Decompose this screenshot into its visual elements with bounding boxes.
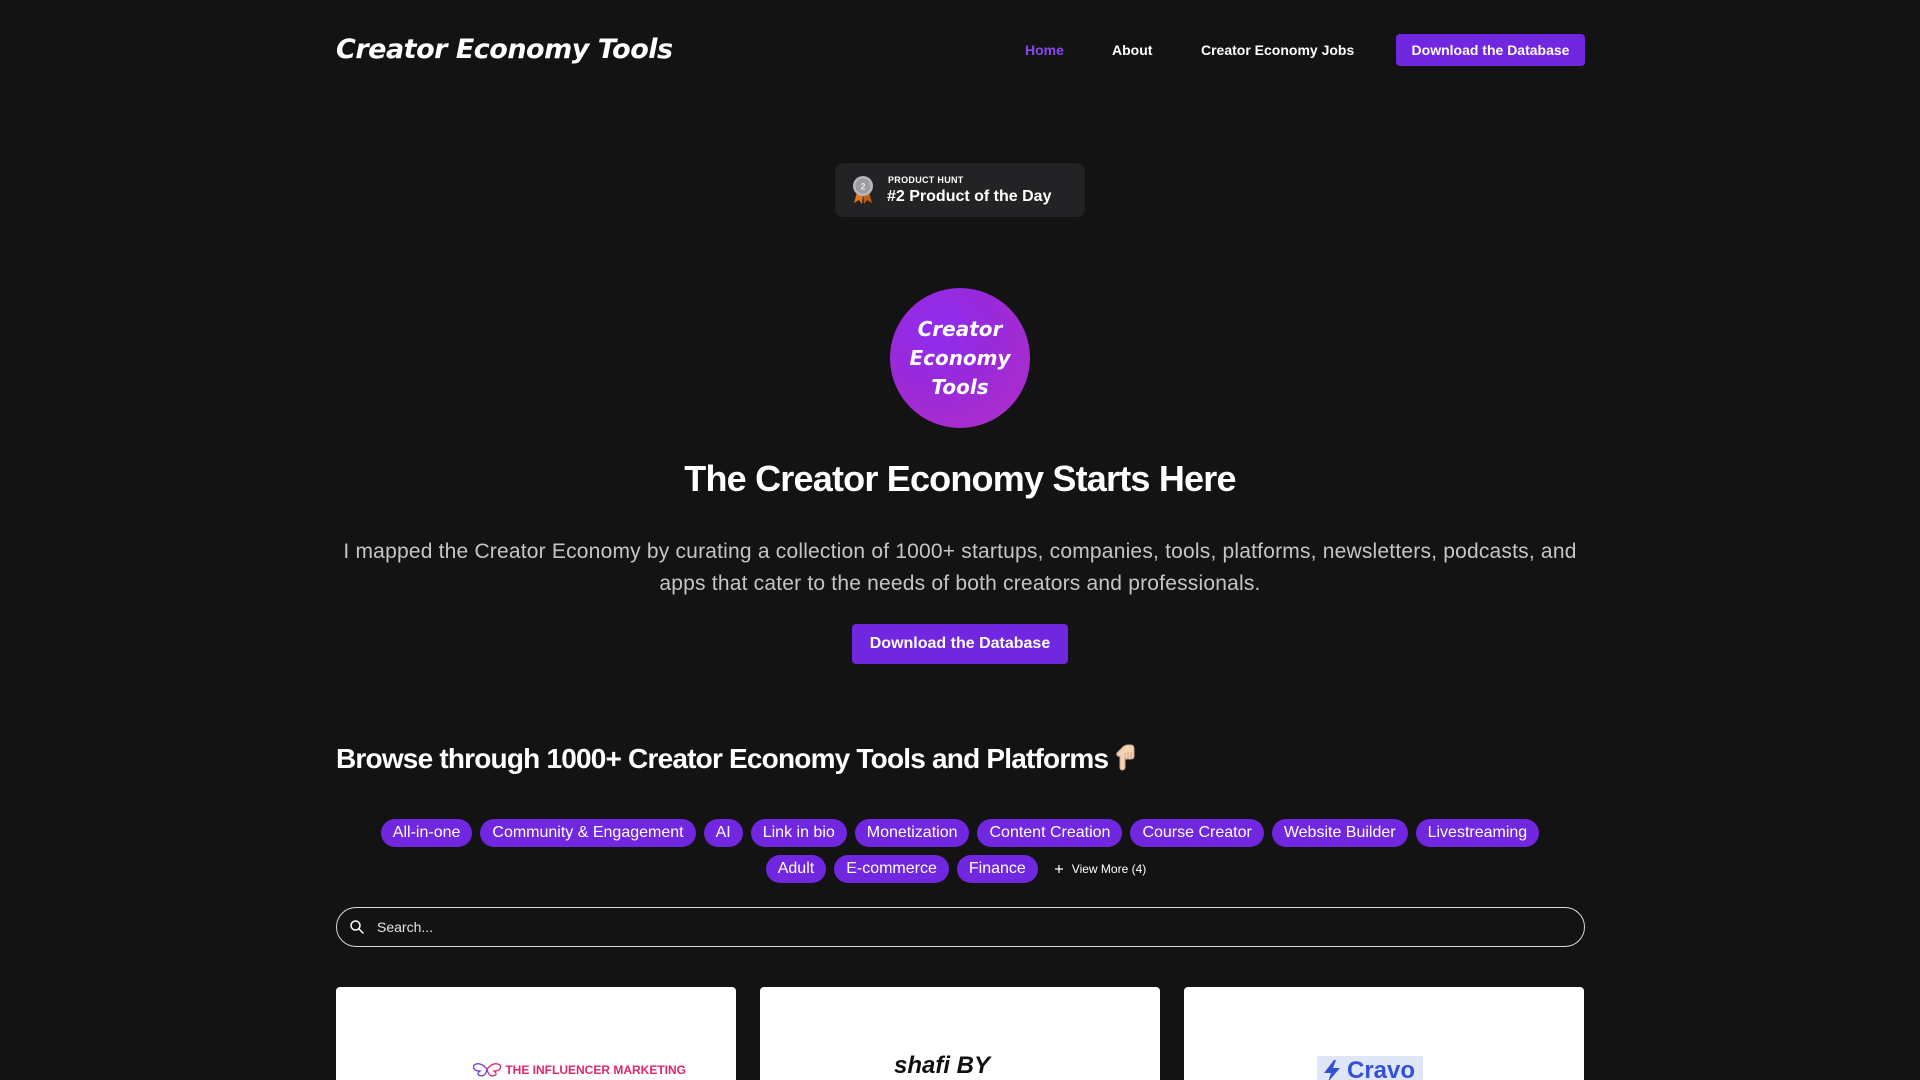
view-more-label: View More (4) — [1071, 862, 1147, 876]
category-tags-row-1: All-in-one Community & Engagement AI Lin… — [0, 819, 1920, 847]
product-hunt-badge[interactable]: 2 PRODUCT HUNT #2 Product of the Day — [835, 163, 1085, 217]
tag-monetization[interactable]: Monetization — [854, 819, 970, 847]
tag-finance[interactable]: Finance — [956, 855, 1038, 883]
hero-title: The Creator Economy Starts Here — [684, 458, 1236, 499]
download-database-hero-button[interactable]: Download the Database — [852, 624, 1068, 664]
tag-community-engagement[interactable]: Community & Engagement — [480, 819, 696, 847]
tool-card-1[interactable]: THE INFLUENCER MARKETING — [336, 987, 736, 1080]
browse-title: Browse through 1000+ Creator Economy Too… — [336, 743, 1136, 775]
main-nav: Home About Creator Economy Jobs Download… — [0, 34, 1920, 66]
hero-logo-line-2: Economy — [909, 345, 1011, 370]
card-logo-cravo: Cravo — [1317, 1056, 1424, 1080]
card-3-logo-text: Cravo — [1347, 1057, 1416, 1080]
tag-course-creator[interactable]: Course Creator — [1130, 819, 1264, 847]
tag-e-commerce[interactable]: E-commerce — [834, 855, 949, 883]
view-more-button[interactable]: View More (4) — [1046, 855, 1154, 883]
card-logo-shafi: shafi BY — [894, 1052, 991, 1079]
nav-about[interactable]: About — [1112, 42, 1152, 58]
butterfly-icon — [472, 1063, 502, 1077]
hero-logo-line-3: Tools — [931, 374, 989, 399]
search-icon — [350, 920, 364, 934]
hero-logo-line-1: Creator — [917, 316, 1003, 341]
badge-label: PRODUCT HUNT — [888, 175, 964, 185]
page: Creator Economy Tools Home About Creator… — [0, 0, 1920, 1080]
tag-adult[interactable]: Adult — [765, 855, 827, 883]
medal-icon: 2 — [853, 176, 873, 204]
category-tags-row-2: Adult E-commerce Finance View More (4) — [0, 855, 1920, 883]
nav-creator-economy-jobs[interactable]: Creator Economy Jobs — [1201, 42, 1354, 58]
tag-content-creation[interactable]: Content Creation — [977, 819, 1123, 847]
plus-icon — [1054, 865, 1063, 873]
card-logo-influencer-marketing: THE INFLUENCER MARKETING — [472, 1061, 686, 1077]
browse-title-text: Browse through 1000+ Creator Economy Too… — [336, 743, 1109, 774]
hero-description: I mapped the Creator Economy by curating… — [343, 540, 1577, 595]
medal-number: 2 — [860, 182, 865, 192]
hero-logo: Creator Economy Tools — [890, 288, 1030, 428]
search-bar — [336, 907, 1585, 947]
tag-all-in-one[interactable]: All-in-one — [380, 819, 473, 847]
download-database-nav-button[interactable]: Download the Database — [1396, 34, 1585, 66]
card-1-logo-text: THE INFLUENCER MARKETING — [505, 1063, 687, 1077]
badge-title: #2 Product of the Day — [887, 188, 1052, 205]
lightning-icon — [1324, 1060, 1340, 1080]
tag-website-builder[interactable]: Website Builder — [1271, 819, 1408, 847]
tag-ai[interactable]: AI — [703, 819, 743, 847]
search-input[interactable] — [377, 916, 1557, 938]
tag-link-in-bio[interactable]: Link in bio — [750, 819, 847, 847]
tag-livestreaming[interactable]: Livestreaming — [1415, 819, 1540, 847]
tool-card-2[interactable]: shafi BY — [760, 987, 1160, 1080]
tool-card-3[interactable]: Cravo — [1184, 987, 1584, 1080]
pointing-down-icon — [1116, 744, 1135, 771]
nav-home[interactable]: Home — [1025, 42, 1064, 58]
